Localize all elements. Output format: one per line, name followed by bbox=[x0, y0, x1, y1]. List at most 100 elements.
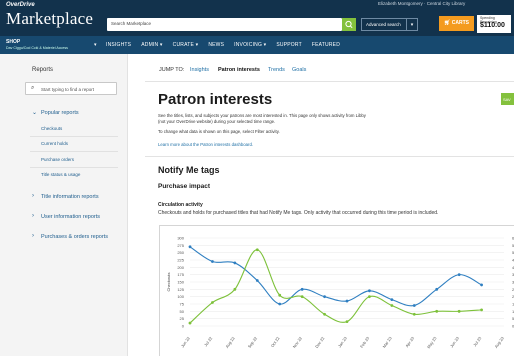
shop-menu[interactable]: SHOP bbox=[6, 39, 20, 45]
main-navigation: SHOP Dav Ciggu/Cod Ccki & Materiel Acces… bbox=[0, 36, 514, 54]
data-point bbox=[435, 309, 439, 313]
nav-support[interactable]: SUPPORT bbox=[276, 42, 301, 48]
funds-amount: $110.00 bbox=[480, 22, 505, 29]
nav-insights[interactable]: INSIGHTS bbox=[106, 42, 131, 48]
sidebar-group-title-information[interactable]: Title information reports bbox=[41, 194, 99, 200]
save-button[interactable]: SAV bbox=[501, 93, 514, 105]
advanced-search-button[interactable]: Advanced search bbox=[361, 18, 407, 31]
x-tick-label: Apr 23 bbox=[404, 335, 415, 348]
y-tick-label: 300 bbox=[177, 236, 184, 241]
x-tick-label: May 23 bbox=[426, 335, 438, 349]
x-tick-label: Aug 23 bbox=[493, 335, 505, 349]
chart-heading: Circulation activity bbox=[158, 202, 203, 208]
y-tick-label: 275 bbox=[177, 243, 184, 248]
data-point bbox=[278, 293, 282, 297]
x-tick-label: Jun 23 bbox=[449, 335, 460, 348]
data-point bbox=[211, 260, 214, 263]
learn-more-link[interactable]: Learn more about the Patron interests da… bbox=[158, 142, 253, 148]
y-tick-label: 125 bbox=[177, 287, 184, 292]
nav-invoicing[interactable]: INVOICING ▾ bbox=[234, 42, 266, 48]
search-icon: ⌕ bbox=[31, 85, 35, 91]
x-tick-label: Jul 22 bbox=[203, 335, 214, 347]
y-tick-label: 0 bbox=[182, 324, 185, 329]
x-tick-label: Aug 22 bbox=[224, 335, 236, 349]
data-point bbox=[300, 295, 304, 299]
y-tick-label: 250 bbox=[177, 250, 184, 255]
data-point bbox=[211, 301, 214, 304]
intro-text-line-2: (not your OverDrive website) during your… bbox=[158, 119, 276, 124]
data-point bbox=[255, 279, 259, 282]
x-tick-label: Jun 22 bbox=[180, 335, 191, 348]
shop-collection[interactable]: Dav Ciggu/Cod Ccki & Materiel Access bbox=[6, 46, 68, 50]
section-title: Notify Me tags bbox=[158, 165, 220, 175]
sidebar-group-user-information[interactable]: User information reports bbox=[41, 214, 100, 220]
carts-button[interactable]: 🛒︎ CARTS bbox=[439, 16, 474, 31]
sidebar-item-checkouts[interactable]: Checkouts bbox=[41, 126, 62, 131]
data-point bbox=[345, 320, 349, 323]
jump-link-trends[interactable]: Trends bbox=[268, 67, 285, 73]
y-tick-label: 75 bbox=[180, 302, 185, 307]
x-tick-label: Oct 22 bbox=[270, 335, 281, 348]
sidebar-group-purchases-orders[interactable]: Purchases & orders reports bbox=[41, 234, 108, 240]
funds-widget[interactable]: Spending Remaining $110.00 bbox=[477, 15, 511, 33]
data-point bbox=[457, 309, 461, 313]
data-point bbox=[368, 295, 371, 299]
chevron-right-icon[interactable]: › bbox=[32, 193, 34, 199]
chevron-right-icon[interactable]: › bbox=[32, 213, 34, 219]
data-point bbox=[480, 308, 483, 312]
reports-sidebar: Reports ⌕ Start typing to find a report … bbox=[0, 54, 128, 356]
report-search-input[interactable]: ⌕ Start typing to find a report bbox=[25, 82, 117, 95]
nav-curate[interactable]: CURATE ▾ bbox=[173, 42, 199, 48]
x-tick-label: Jul 23 bbox=[472, 335, 483, 347]
nav-featured[interactable]: FEATURED bbox=[312, 42, 340, 48]
divider bbox=[145, 81, 514, 82]
user-account-info[interactable]: Elizabeth Montgomery · Central City Libr… bbox=[378, 1, 465, 6]
brand-marketplace-logo[interactable]: Marketplace bbox=[6, 9, 93, 29]
chart-description: Checkouts and holds for purchased titles… bbox=[158, 210, 439, 216]
divider bbox=[30, 151, 118, 152]
cart-icon: 🛒︎ bbox=[444, 20, 451, 26]
subsection-title: Purchase impact bbox=[158, 183, 211, 190]
advanced-search-dropdown-icon[interactable]: ▾ bbox=[407, 18, 418, 31]
sidebar-item-current-holds[interactable]: Current holds bbox=[41, 141, 68, 146]
y-tick-label: 25 bbox=[180, 316, 185, 321]
jump-link-insights[interactable]: Insights bbox=[190, 67, 209, 73]
divider bbox=[30, 167, 118, 168]
circulation-chart: 0025550107515100201252515030175352004022… bbox=[166, 236, 514, 350]
data-point bbox=[390, 298, 394, 301]
circulation-chart-panel: 0025550107515100201252515030175352004022… bbox=[159, 225, 514, 356]
chevron-down-icon[interactable]: ⌄ bbox=[32, 109, 37, 116]
data-point bbox=[390, 304, 394, 307]
x-tick-label: Jan 23 bbox=[337, 335, 348, 348]
data-point bbox=[412, 312, 416, 316]
data-point bbox=[300, 287, 304, 291]
data-point bbox=[255, 248, 259, 252]
brand-overdrive[interactable]: OverDrive bbox=[6, 2, 35, 8]
marketplace-search-input[interactable]: Search Marketplace bbox=[107, 18, 342, 31]
search-button[interactable] bbox=[342, 18, 356, 31]
data-point bbox=[435, 287, 439, 291]
x-tick-label: Nov 22 bbox=[292, 335, 304, 349]
filter-instructions: To change what data is shown on this pag… bbox=[158, 129, 280, 134]
sidebar-group-popular[interactable]: Popular reports bbox=[41, 110, 79, 116]
data-point bbox=[233, 261, 237, 265]
search-placeholder: Search Marketplace bbox=[111, 21, 152, 26]
intro-text-line-1: See the titles, lists, and subjects your… bbox=[158, 113, 366, 118]
sidebar-item-title-status[interactable]: Title status & usage bbox=[41, 172, 80, 177]
x-tick-label: Dec 22 bbox=[314, 335, 326, 349]
y-tick-label: 225 bbox=[177, 258, 184, 263]
top-header: OverDrive Marketplace Elizabeth Montgome… bbox=[0, 0, 514, 36]
data-point bbox=[233, 287, 237, 291]
y-tick-label: 50 bbox=[180, 309, 185, 314]
data-point bbox=[278, 302, 282, 306]
chevron-down-icon[interactable]: ▾ bbox=[94, 42, 97, 48]
sidebar-item-purchase-orders[interactable]: Purchase orders bbox=[41, 157, 74, 162]
chevron-right-icon[interactable]: › bbox=[32, 233, 34, 239]
jump-link-goals[interactable]: Goals bbox=[292, 67, 306, 73]
data-point bbox=[188, 321, 192, 325]
jump-link-patron-interests[interactable]: Patron interests bbox=[218, 67, 260, 73]
data-point bbox=[345, 299, 349, 303]
nav-admin[interactable]: ADMIN ▾ bbox=[141, 42, 162, 48]
data-point bbox=[323, 295, 326, 299]
nav-news[interactable]: NEWS bbox=[208, 42, 224, 48]
